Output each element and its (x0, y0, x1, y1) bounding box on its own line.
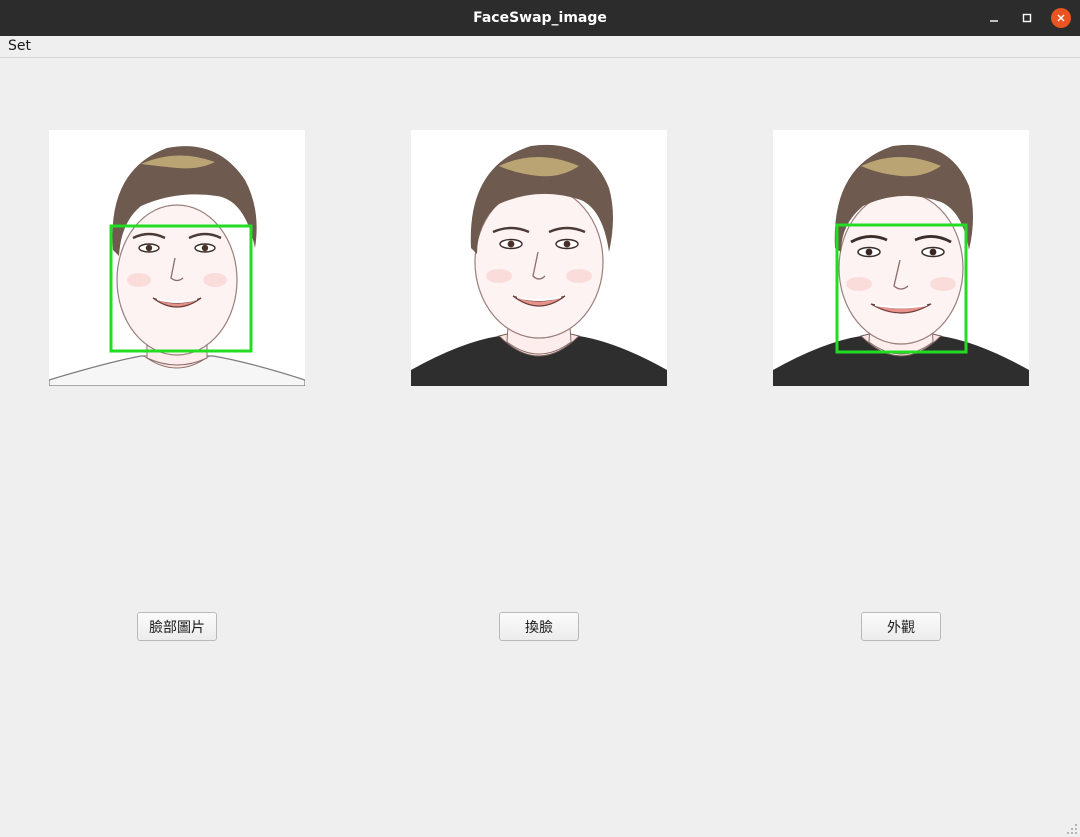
title-bar[interactable]: FaceSwap_image (0, 0, 1080, 36)
maximize-icon (1022, 13, 1032, 23)
target-appearance-image (773, 130, 1029, 386)
minimize-button[interactable] (983, 7, 1005, 29)
swap-face-button[interactable]: 換臉 (499, 612, 579, 641)
menu-bar: Set (0, 36, 1080, 58)
app-window: FaceSwap_image Set 臉部圖片 換臉 外觀 (0, 0, 1080, 837)
close-button-circle (1051, 8, 1071, 28)
window-title: FaceSwap_image (473, 10, 607, 26)
close-icon (1057, 14, 1065, 22)
minimize-icon (990, 20, 998, 22)
appearance-button[interactable]: 外觀 (861, 612, 941, 641)
source-face-image (49, 130, 305, 386)
maximize-button[interactable] (1016, 7, 1038, 29)
swapped-face-illustration (411, 130, 667, 386)
close-button[interactable] (1050, 7, 1072, 29)
swapped-result-image (411, 130, 667, 386)
menu-set[interactable]: Set (8, 38, 31, 54)
face-image-button[interactable]: 臉部圖片 (137, 612, 217, 641)
source-face-illustration (49, 130, 305, 386)
target-face-illustration (773, 130, 1029, 386)
resize-grip-icon[interactable] (1066, 823, 1078, 835)
